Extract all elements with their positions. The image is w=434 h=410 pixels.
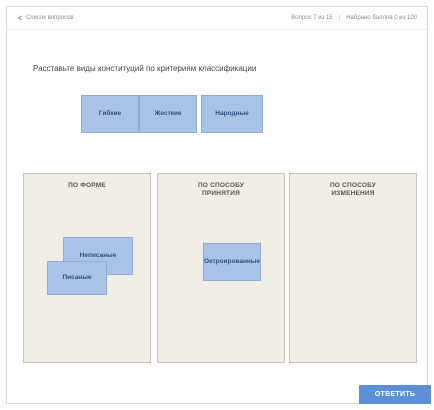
question-progress: Вопрос 7 из 15 xyxy=(291,15,333,21)
placed-chip-written[interactable]: Писаные xyxy=(47,261,107,295)
question-text: Расставьте виды конституций по критериям… xyxy=(33,64,257,73)
submit-answer-button[interactable]: ОТВЕТИТЬ xyxy=(359,385,431,404)
option-chip-popular[interactable]: Народные xyxy=(201,95,263,133)
drop-zone-by-amendment[interactable]: ПО СПОСОБУ ИЗМЕНЕНИЯ xyxy=(289,173,417,363)
zone-title: ПО ФОРМЕ xyxy=(68,182,106,189)
back-arrow-icon xyxy=(17,15,22,21)
placed-chip-octroyed[interactable]: Октроированные xyxy=(203,243,261,281)
option-chip-flexible[interactable]: Гибкие xyxy=(81,95,139,133)
score-text: Набрано баллов 0 из 100 xyxy=(346,15,417,21)
option-chip-rigid[interactable]: Жесткие xyxy=(139,95,197,133)
header-separator: | xyxy=(338,15,341,21)
quiz-window: Список вопросов Вопрос 7 из 15 | Набрано… xyxy=(6,6,431,404)
zone-title: ПО СПОСОБУ ИЗМЕНЕНИЯ xyxy=(329,182,377,198)
zone-title: ПО СПОСОБУ ПРИНЯТИЯ xyxy=(197,182,245,198)
top-bar: Список вопросов Вопрос 7 из 15 | Набрано… xyxy=(7,7,427,29)
back-to-list-link[interactable]: Список вопросов xyxy=(17,15,74,21)
back-link-label: Список вопросов xyxy=(26,15,74,21)
header-divider xyxy=(7,29,427,30)
